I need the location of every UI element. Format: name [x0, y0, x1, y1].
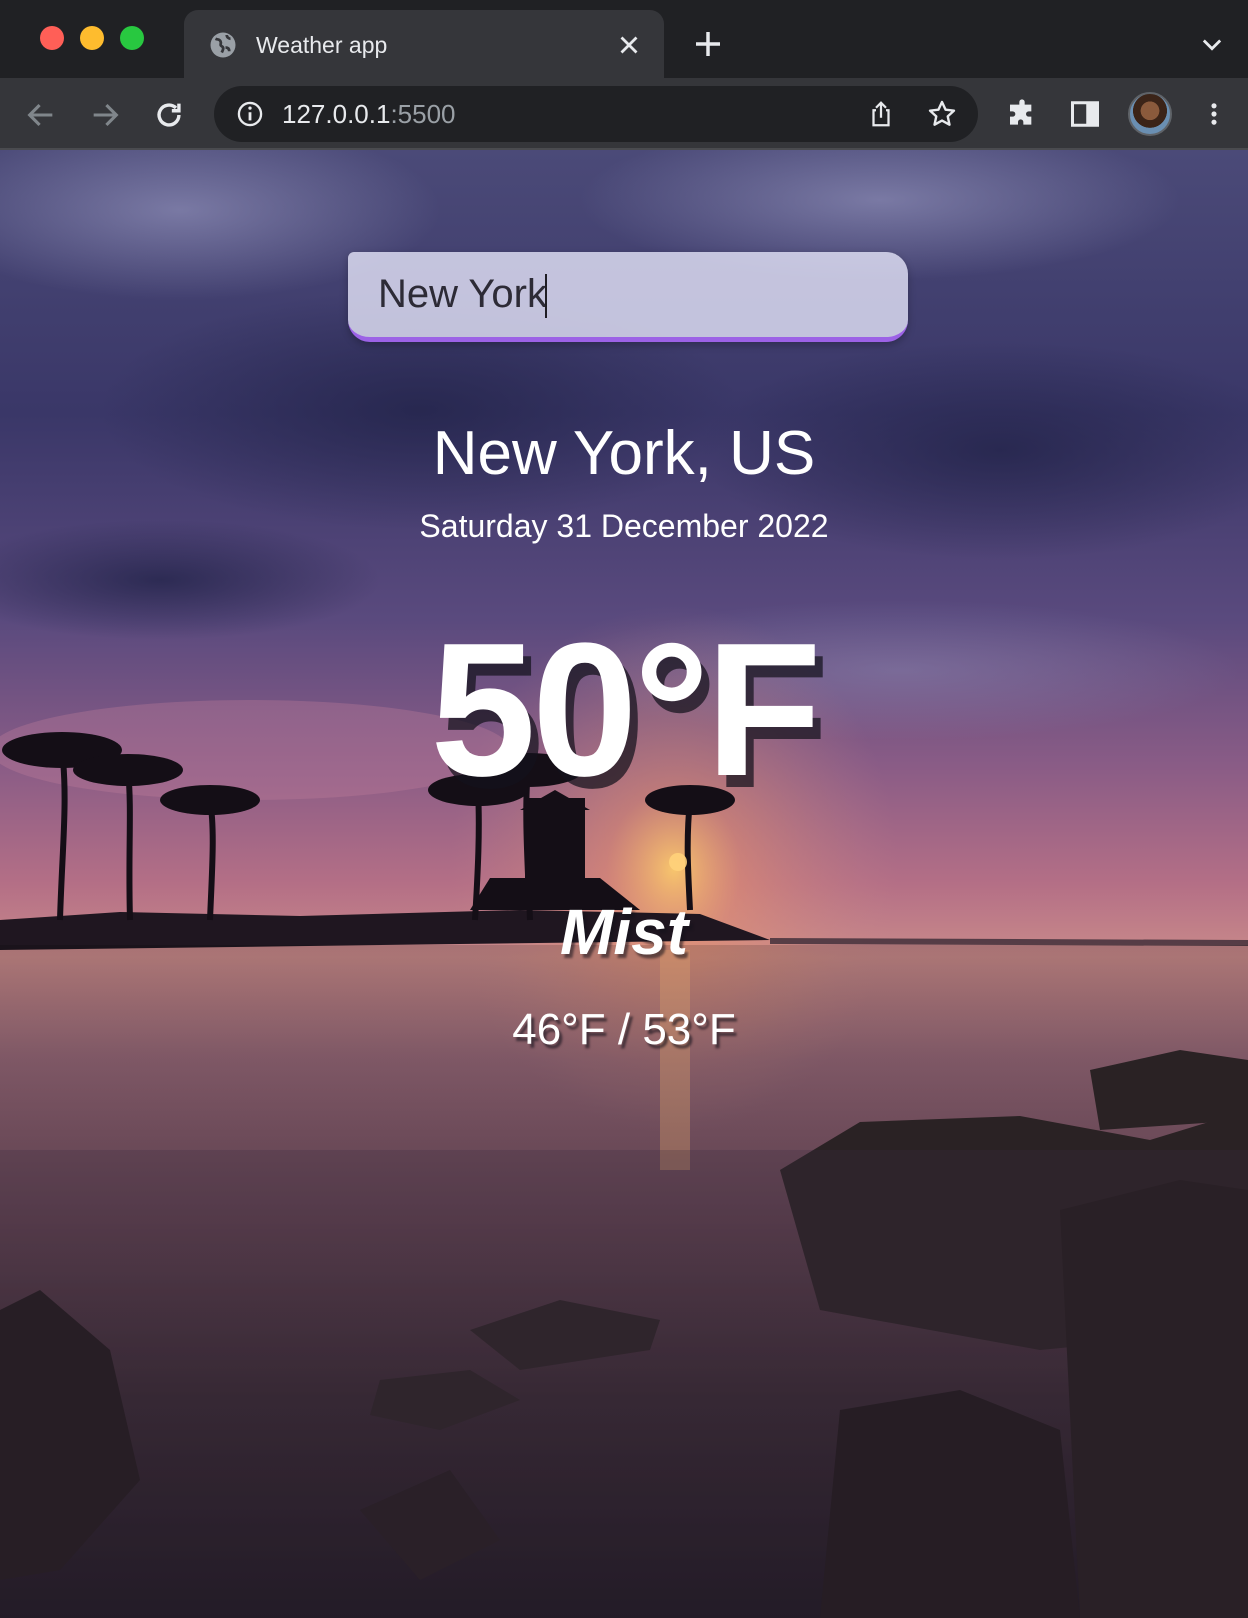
plus-icon[interactable] — [692, 28, 724, 60]
tab-title: Weather app — [256, 32, 388, 58]
share-icon[interactable] — [866, 98, 896, 130]
kebab-menu-icon[interactable] — [1200, 98, 1228, 130]
text-caret — [545, 274, 547, 318]
info-icon[interactable] — [236, 100, 264, 128]
reload-icon[interactable] — [152, 98, 186, 132]
forward-arrow-icon[interactable] — [88, 98, 122, 132]
puzzle-icon[interactable] — [1006, 98, 1038, 130]
browser-toolbar: 127.0.0.1:5500 — [0, 78, 1248, 150]
page-viewport: New York, US Saturday 31 December 2022 5… — [0, 150, 1248, 1618]
sunset-beach-background — [0, 150, 1248, 1618]
url-host: 127.0.0.1 — [282, 99, 391, 129]
side-panel-icon[interactable] — [1070, 100, 1100, 128]
url-text: 127.0.0.1:5500 — [282, 99, 456, 129]
close-icon[interactable] — [614, 30, 644, 60]
url-port: :5500 — [390, 99, 456, 129]
profile-avatar[interactable] — [1128, 92, 1172, 136]
window-minimize-button[interactable] — [80, 26, 104, 50]
temperature-range: 46°F / 53°F — [512, 1005, 736, 1054]
city-search-input[interactable] — [348, 252, 908, 337]
chevron-down-icon[interactable] — [1198, 30, 1226, 58]
globe-icon — [210, 32, 236, 58]
window-zoom-button[interactable] — [120, 26, 144, 50]
location-heading: New York, US — [432, 419, 816, 488]
window-close-button[interactable] — [40, 26, 64, 50]
current-temperature: 50°F — [430, 604, 821, 816]
date-label: Saturday 31 December 2022 — [419, 508, 829, 544]
city-search-box[interactable] — [348, 252, 908, 342]
address-bar[interactable]: 127.0.0.1:5500 — [214, 86, 978, 142]
back-arrow-icon[interactable] — [24, 98, 58, 132]
browser-tab[interactable]: Weather app — [184, 10, 664, 78]
star-icon[interactable] — [926, 98, 958, 130]
tab-strip: Weather app — [0, 0, 1248, 78]
weather-condition: Mist — [560, 896, 688, 968]
